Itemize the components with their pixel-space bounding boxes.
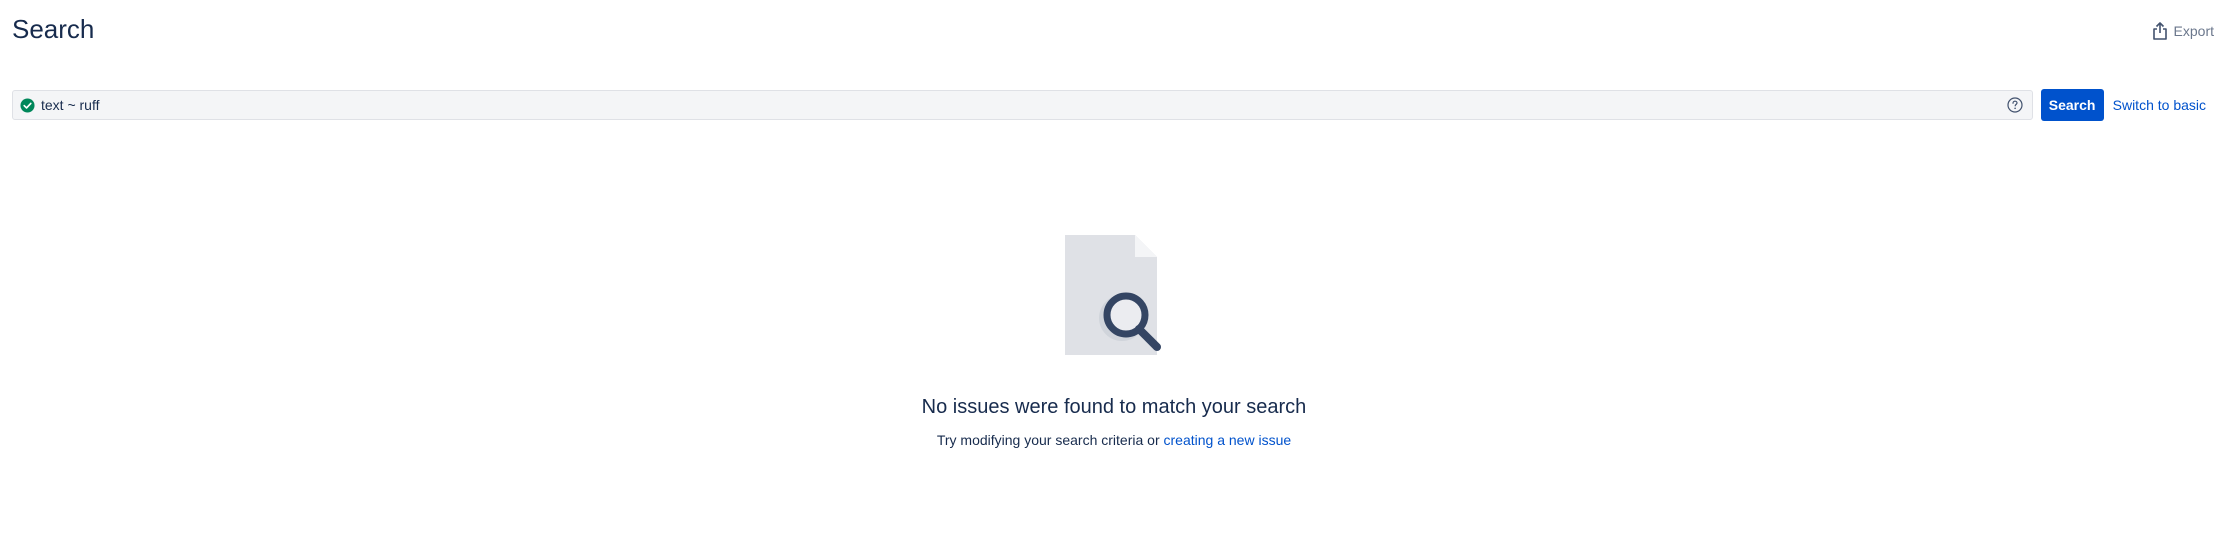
switch-to-basic-link[interactable]: Switch to basic <box>2113 97 2206 113</box>
share-export-icon <box>2152 22 2168 40</box>
empty-state: No issues were found to match your searc… <box>0 233 2228 449</box>
check-circle-icon <box>19 97 35 113</box>
empty-state-description: Try modifying your search criteria or cr… <box>937 431 1291 449</box>
export-label: Export <box>2173 23 2214 39</box>
empty-state-description-text: Try modifying your search criteria or <box>936 432 1160 448</box>
jql-search-bar: Search Switch to basic <box>12 89 2206 121</box>
search-button[interactable]: Search <box>2040 89 2104 121</box>
jql-query-input[interactable] <box>41 92 2006 118</box>
issue-search-page: Search Export text ~ ruff Search Switch … <box>0 0 2228 543</box>
empty-state-title: No issues were found to match your searc… <box>921 396 1307 418</box>
jql-editor[interactable] <box>12 90 2033 120</box>
create-new-issue-link[interactable]: creating a new issue <box>1164 432 1292 448</box>
page-title: Search <box>12 14 95 44</box>
document-magnifier-icon <box>1064 233 1164 357</box>
question-circle-icon[interactable] <box>2006 96 2024 114</box>
export-button[interactable]: Export <box>2152 20 2214 42</box>
